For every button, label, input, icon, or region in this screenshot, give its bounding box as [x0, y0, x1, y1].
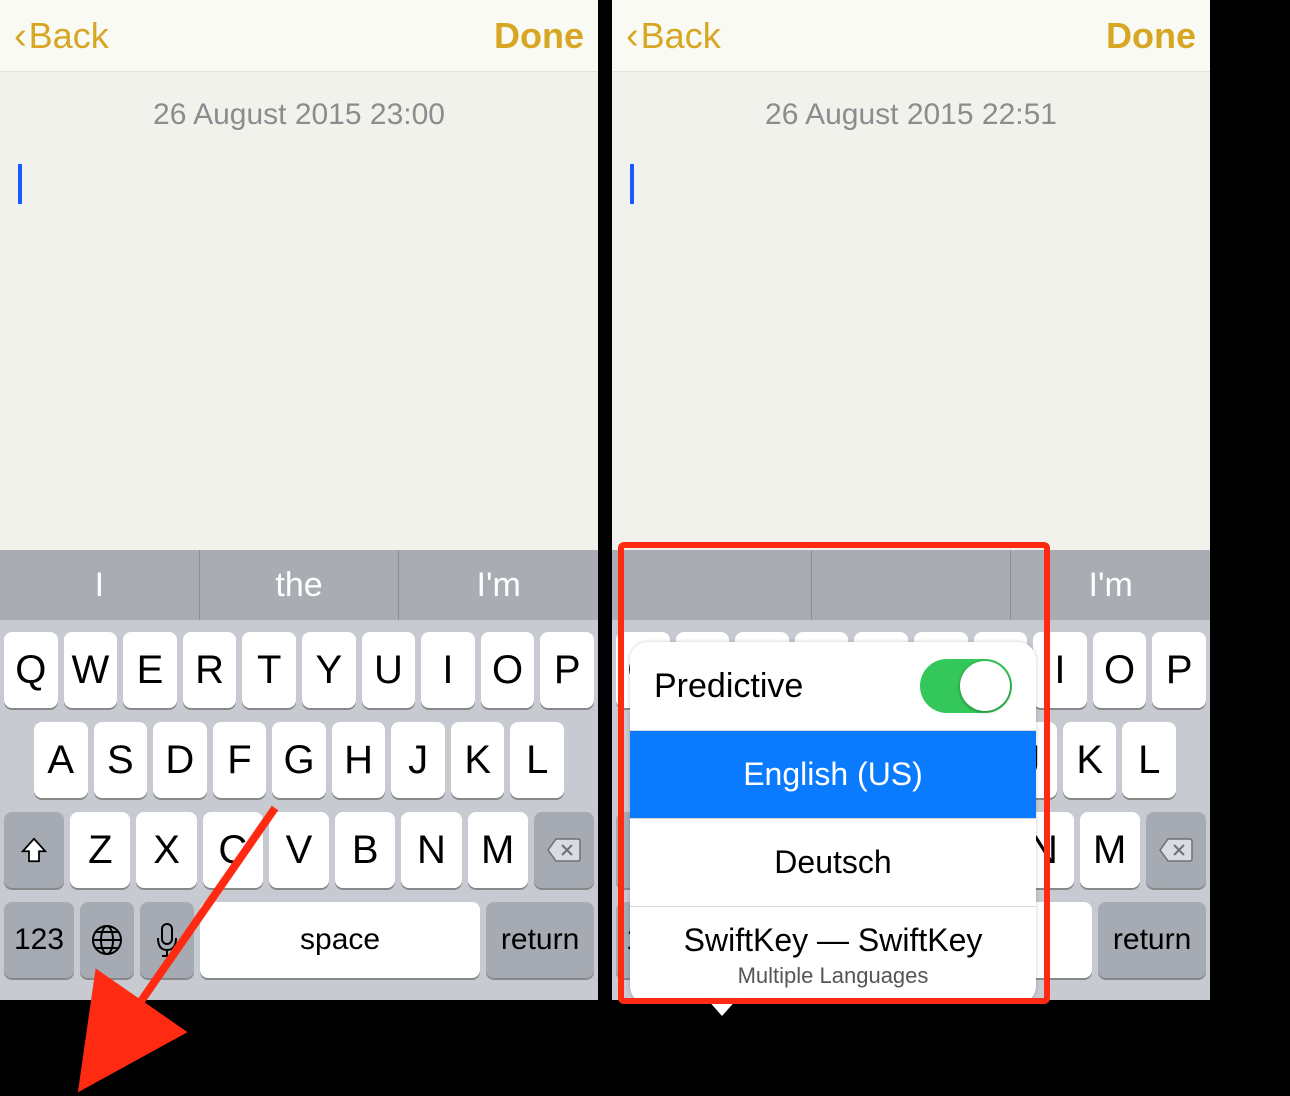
key-row-2: A S D F G H J K L [4, 722, 594, 798]
key-v[interactable]: V [269, 812, 329, 888]
globe-icon [89, 922, 125, 958]
key-b[interactable]: B [335, 812, 395, 888]
key-p[interactable]: P [540, 632, 594, 708]
back-label: Back [29, 15, 109, 57]
back-label: Back [641, 15, 721, 57]
key-row-4: 123 space return [4, 902, 594, 978]
note-body[interactable]: 26 August 2015 22:51 [612, 72, 1210, 550]
note-body[interactable]: 26 August 2015 23:00 [0, 72, 598, 550]
shift-key[interactable] [4, 812, 64, 888]
key-f[interactable]: F [213, 722, 267, 798]
key-a[interactable]: A [34, 722, 88, 798]
suggestion-2[interactable] [812, 550, 1012, 620]
key-m[interactable]: M [1080, 812, 1140, 888]
navbar: ‹ Back Done [612, 0, 1210, 72]
keyboard: Q W E R T Y U I O P A S D F G H J K L Z [0, 620, 598, 1000]
keyboard-option-label: Deutsch [774, 844, 891, 881]
toggle-knob-icon [960, 661, 1010, 711]
text-cursor [630, 164, 634, 204]
key-q[interactable]: Q [4, 632, 58, 708]
key-i[interactable]: I [421, 632, 475, 708]
return-key[interactable]: return [1098, 902, 1206, 978]
predictive-toggle[interactable] [920, 659, 1012, 713]
note-timestamp: 26 August 2015 22:51 [612, 72, 1210, 132]
done-button[interactable]: Done [1106, 15, 1196, 57]
chevron-left-icon: ‹ [626, 17, 639, 55]
key-o[interactable]: O [1093, 632, 1147, 708]
key-g[interactable]: G [272, 722, 326, 798]
microphone-icon [156, 922, 178, 958]
return-key[interactable]: return [486, 902, 594, 978]
suggestion-1[interactable]: I [0, 550, 200, 620]
key-o[interactable]: O [481, 632, 535, 708]
keyboard-option-english[interactable]: English (US) [630, 730, 1036, 818]
globe-key[interactable] [80, 902, 134, 978]
key-w[interactable]: W [64, 632, 118, 708]
keyboard-switcher-popup: Predictive English (US) Deutsch SwiftKey… [630, 642, 1036, 1004]
chevron-left-icon: ‹ [14, 17, 27, 55]
screenshot-left: ‹ Back Done 26 August 2015 23:00 I the I… [0, 0, 598, 1096]
key-e[interactable]: E [123, 632, 177, 708]
text-cursor [18, 164, 22, 204]
suggestion-2[interactable]: the [200, 550, 400, 620]
key-y[interactable]: Y [302, 632, 356, 708]
delete-key[interactable] [534, 812, 594, 888]
note-timestamp: 26 August 2015 23:00 [0, 72, 598, 132]
dictation-key[interactable] [140, 902, 194, 978]
screenshot-right: ‹ Back Done 26 August 2015 22:51 I'm Q W… [612, 0, 1210, 1096]
key-u[interactable]: U [362, 632, 416, 708]
back-button[interactable]: ‹ Back [14, 15, 109, 57]
backspace-icon [546, 837, 582, 863]
key-d[interactable]: D [153, 722, 207, 798]
done-button[interactable]: Done [494, 15, 584, 57]
suggestion-3[interactable]: I'm [1011, 550, 1210, 620]
keyboard-option-sublabel: Multiple Languages [738, 963, 929, 989]
quicktype-bar: I the I'm [0, 550, 598, 620]
suggestion-3[interactable]: I'm [399, 550, 598, 620]
shift-icon [19, 835, 49, 865]
suggestion-1[interactable] [612, 550, 812, 620]
popup-tail-icon [706, 998, 738, 1016]
key-s[interactable]: S [94, 722, 148, 798]
key-l[interactable]: L [510, 722, 564, 798]
key-i[interactable]: I [1033, 632, 1087, 708]
keyboard-option-swiftkey[interactable]: SwiftKey — SwiftKey Multiple Languages [630, 906, 1036, 1004]
space-key[interactable]: space [200, 902, 480, 978]
keyboard-option-deutsch[interactable]: Deutsch [630, 818, 1036, 906]
key-j[interactable]: J [391, 722, 445, 798]
key-c[interactable]: C [203, 812, 263, 888]
key-h[interactable]: H [332, 722, 386, 798]
predictive-toggle-row[interactable]: Predictive [630, 642, 1036, 730]
key-k[interactable]: K [1063, 722, 1117, 798]
key-x[interactable]: X [136, 812, 196, 888]
key-row-1: Q W E R T Y U I O P [4, 632, 594, 708]
numeric-key[interactable]: 123 [4, 902, 74, 978]
quicktype-bar: I'm [612, 550, 1210, 620]
key-row-3: Z X C V B N M [4, 812, 594, 888]
key-m[interactable]: M [468, 812, 528, 888]
key-n[interactable]: N [401, 812, 461, 888]
navbar: ‹ Back Done [0, 0, 598, 72]
delete-key[interactable] [1146, 812, 1206, 888]
keyboard-option-label: SwiftKey — SwiftKey [684, 922, 983, 959]
predictive-label: Predictive [654, 667, 803, 706]
back-button[interactable]: ‹ Back [626, 15, 721, 57]
key-l[interactable]: L [1122, 722, 1176, 798]
keyboard-option-label: English (US) [743, 756, 923, 793]
key-t[interactable]: T [242, 632, 296, 708]
key-r[interactable]: R [183, 632, 237, 708]
image-divider [598, 0, 612, 1096]
key-z[interactable]: Z [70, 812, 130, 888]
key-k[interactable]: K [451, 722, 505, 798]
key-p[interactable]: P [1152, 632, 1206, 708]
backspace-icon [1158, 837, 1194, 863]
